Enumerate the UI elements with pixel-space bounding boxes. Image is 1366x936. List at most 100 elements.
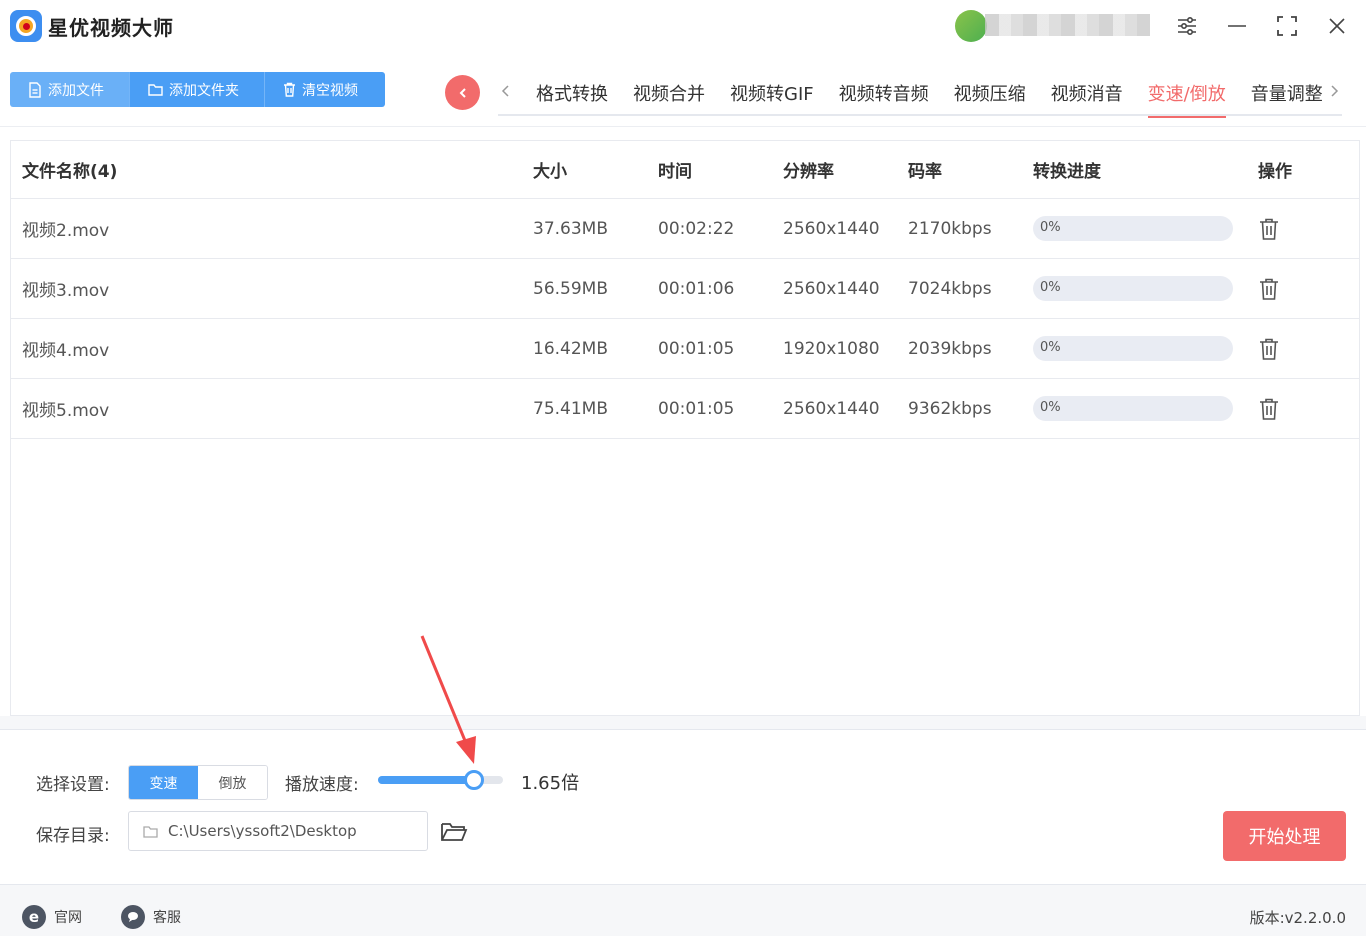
tabs-scroll-right-icon[interactable] <box>1328 82 1340 103</box>
playback-speed-label: 播放速度: <box>285 775 359 795</box>
support-link[interactable]: 客服 <box>121 905 181 929</box>
table-row[interactable]: 视频2.mov 37.63MB 00:02:22 2560x1440 2170kbps 0… <box>11 199 1359 259</box>
mode-reverse-button[interactable]: 倒放 <box>198 766 267 799</box>
select-settings-label: 选择设置: <box>36 775 110 795</box>
header-bitrate: 码率 <box>908 162 942 182</box>
file-name: 视频4.mov <box>22 341 110 361</box>
speed-slider[interactable] <box>378 770 503 790</box>
delete-icon[interactable] <box>1258 397 1280 421</box>
tabs-scroll-left-icon[interactable] <box>500 82 512 103</box>
file-duration: 00:01:06 <box>658 278 735 299</box>
function-tabs: 格式转换 视频合并 视频转GIF 视频转音频 视频压缩 视频消音 变速/倒放 音量调整 <box>498 72 1342 118</box>
delete-icon[interactable] <box>1258 277 1280 301</box>
tab-0[interactable]: 格式转换 <box>536 80 608 118</box>
minimize-icon[interactable] <box>1223 12 1251 40</box>
delete-icon[interactable] <box>1258 337 1280 361</box>
open-folder-icon[interactable] <box>440 820 468 844</box>
tab-3[interactable]: 视频转音频 <box>839 80 929 118</box>
table-header: 文件名称(4) 大小 时间 分辨率 码率 转换进度 操作 <box>11 141 1359 199</box>
file-bitrate: 9362kbps <box>908 398 992 419</box>
progress-cell: 0% <box>1033 259 1233 318</box>
user-account[interactable] <box>955 8 1155 44</box>
add-folder-label: 添加文件夹 <box>169 82 239 99</box>
file-resolution: 1920x1080 <box>783 338 880 359</box>
file-name: 视频5.mov <box>22 401 110 421</box>
folder-icon <box>148 84 163 96</box>
progress-bar: 0% <box>1033 396 1233 421</box>
file-duration: 00:02:22 <box>658 218 735 239</box>
add-file-label: 添加文件 <box>48 82 104 99</box>
file-resolution: 2560x1440 <box>783 398 880 419</box>
file-resolution: 2560x1440 <box>783 278 880 299</box>
table-row[interactable]: 视频5.mov 75.41MB 00:01:05 2560x1440 9362kbps 0… <box>11 379 1359 439</box>
file-bitrate: 2039kbps <box>908 338 992 359</box>
clear-videos-label: 清空视频 <box>302 82 358 99</box>
action-cell <box>1258 379 1280 438</box>
file-icon <box>29 81 41 98</box>
clear-videos-button[interactable]: 清空视频 <box>265 72 385 107</box>
progress-cell: 0% <box>1033 379 1233 438</box>
file-duration: 00:01:05 <box>658 398 735 419</box>
chat-bubble-icon <box>121 905 145 929</box>
header-time: 时间 <box>658 162 692 182</box>
file-size: 56.59MB <box>533 278 608 299</box>
tab-6[interactable]: 变速/倒放 <box>1147 80 1226 118</box>
progress-text: 0% <box>1040 280 1061 295</box>
progress-cell: 0% <box>1033 199 1233 258</box>
file-bitrate: 2170kbps <box>908 218 992 239</box>
tab-5[interactable]: 视频消音 <box>1051 80 1123 118</box>
speed-slider-fill <box>378 776 475 784</box>
header-size: 大小 <box>533 162 567 182</box>
website-label: 官网 <box>54 910 82 926</box>
file-size: 16.42MB <box>533 338 608 359</box>
header-action: 操作 <box>1258 162 1292 182</box>
tab-1[interactable]: 视频合并 <box>633 80 705 118</box>
table-row[interactable]: 视频3.mov 56.59MB 00:01:06 2560x1440 7024kbps 0… <box>11 259 1359 319</box>
user-name-redacted <box>985 14 1150 36</box>
divider <box>0 126 1366 127</box>
progress-cell: 0% <box>1033 319 1233 378</box>
file-name: 视频2.mov <box>22 221 110 241</box>
header-progress: 转换进度 <box>1033 162 1101 182</box>
progress-bar: 0% <box>1033 216 1233 241</box>
action-cell <box>1258 259 1280 318</box>
speed-slider-thumb[interactable] <box>464 770 485 790</box>
app-logo-icon <box>10 10 42 42</box>
save-dir-label: 保存目录: <box>36 826 110 846</box>
close-icon[interactable] <box>1323 12 1351 40</box>
save-path-value: C:\Users\yssoft2\Desktop <box>168 822 357 840</box>
file-bitrate: 7024kbps <box>908 278 992 299</box>
delete-icon[interactable] <box>1258 217 1280 241</box>
table-row[interactable]: 视频4.mov 16.42MB 00:01:05 1920x1080 2039kbps 0… <box>11 319 1359 379</box>
status-bar: e 官网 客服 版本:v2.2.0.0 <box>0 884 1366 936</box>
progress-text: 0% <box>1040 400 1061 415</box>
progress-bar: 0% <box>1033 276 1233 301</box>
tab-4[interactable]: 视频压缩 <box>954 80 1026 118</box>
action-cell <box>1258 319 1280 378</box>
website-link[interactable]: e 官网 <box>22 905 82 929</box>
chevron-left-icon <box>459 87 466 98</box>
add-file-button[interactable]: 添加文件 <box>10 72 130 107</box>
tab-7[interactable]: 音量调整 <box>1251 80 1323 118</box>
add-folder-button[interactable]: 添加文件夹 <box>130 72 265 107</box>
mode-speed-button[interactable]: 变速 <box>129 766 198 799</box>
version-text: 版本:v2.2.0.0 <box>1249 909 1346 927</box>
header-name: 文件名称(4) <box>22 162 118 182</box>
start-processing-button[interactable]: 开始处理 <box>1223 811 1346 861</box>
divider <box>0 729 1366 730</box>
back-button[interactable] <box>445 75 480 110</box>
file-table: 文件名称(4) 大小 时间 分辨率 码率 转换进度 操作 视频2.mov 37.6… <box>10 140 1360 716</box>
trash-icon <box>284 82 295 97</box>
progress-text: 0% <box>1040 220 1061 235</box>
avatar[interactable] <box>955 10 987 42</box>
maximize-icon[interactable] <box>1273 12 1301 40</box>
settings-sliders-icon[interactable] <box>1173 12 1201 40</box>
action-cell <box>1258 199 1280 258</box>
file-size: 37.63MB <box>533 218 608 239</box>
file-toolbar: 添加文件 添加文件夹 清空视频 <box>10 72 385 107</box>
save-path-field[interactable]: C:\Users\yssoft2\Desktop <box>128 811 428 851</box>
mode-toggle: 变速 倒放 <box>128 765 268 800</box>
header-resolution: 分辨率 <box>783 162 834 182</box>
file-size: 75.41MB <box>533 398 608 419</box>
tab-2[interactable]: 视频转GIF <box>730 80 814 118</box>
